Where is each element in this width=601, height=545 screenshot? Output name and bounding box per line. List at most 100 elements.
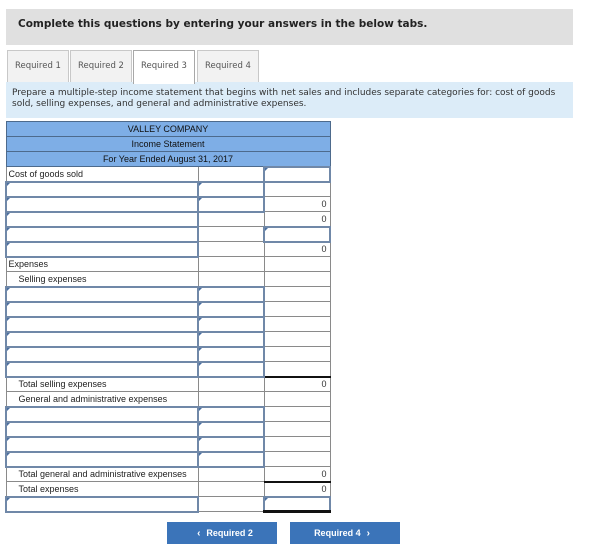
empty-cell — [197, 271, 265, 287]
selling-expenses-label: Selling expenses — [5, 271, 199, 287]
amount-input[interactable] — [197, 345, 265, 363]
total-ga-label: Total general and administrative expense… — [5, 466, 199, 482]
empty-cell — [263, 406, 331, 422]
empty-cell — [263, 181, 331, 197]
account-input[interactable] — [5, 225, 199, 243]
amount-input[interactable] — [197, 180, 265, 198]
question-prompt: Prepare a multiple-step income statement… — [6, 82, 573, 118]
prompt-text: Prepare a multiple-step income statement… — [12, 88, 556, 109]
account-input[interactable] — [5, 450, 199, 468]
company-name: VALLEY COMPANY — [5, 121, 331, 137]
table-row: Total expenses 0 — [5, 480, 331, 497]
empty-cell — [263, 346, 331, 362]
expenses-label: Expenses — [5, 256, 199, 272]
empty-cell — [197, 256, 265, 272]
account-input[interactable] — [5, 435, 199, 453]
account-input[interactable] — [5, 180, 199, 198]
table-row: 0 — [5, 195, 331, 213]
computed-value: 0 — [263, 196, 331, 212]
tab-required-2[interactable]: Required 2 — [70, 50, 132, 83]
amount-input[interactable] — [197, 360, 265, 378]
empty-cell — [197, 241, 265, 257]
table-row: Expenses — [5, 256, 331, 272]
account-input[interactable] — [5, 195, 199, 213]
computed-value: 0 — [263, 240, 331, 257]
empty-cell — [263, 301, 331, 317]
amount-input[interactable] — [263, 495, 331, 513]
empty-cell — [197, 166, 265, 182]
ga-expenses-label: General and administrative expenses — [5, 391, 199, 407]
amount-input[interactable] — [263, 225, 331, 243]
empty-cell — [263, 361, 331, 377]
computed-value: 0 — [263, 211, 331, 227]
table-row: Total general and administrative expense… — [5, 465, 331, 482]
empty-cell — [197, 210, 265, 227]
prev-required-button[interactable]: ‹ Required 2 — [167, 522, 277, 544]
table-row — [5, 180, 331, 198]
table-row — [5, 330, 331, 348]
statement-title: Income Statement — [5, 136, 331, 152]
table-row — [5, 225, 331, 243]
table-row: Selling expenses — [5, 271, 331, 287]
empty-cell — [197, 496, 265, 512]
prev-button-label: Required 2 — [206, 528, 253, 538]
amount-input[interactable] — [197, 300, 265, 318]
table-row — [5, 300, 331, 318]
amount-input[interactable] — [197, 285, 265, 303]
empty-cell — [263, 316, 331, 332]
total-selling-value: 0 — [263, 375, 331, 392]
amount-input[interactable] — [197, 315, 265, 333]
account-input[interactable] — [5, 330, 199, 348]
amount-input[interactable] — [197, 435, 265, 453]
next-required-button[interactable]: Required 4 › — [290, 522, 400, 544]
cogs-label: Cost of goods sold — [5, 166, 199, 182]
tab-required-3[interactable]: Required 3 — [133, 50, 195, 84]
amount-input[interactable] — [197, 450, 265, 468]
total-expenses-label: Total expenses — [5, 481, 199, 497]
amount-input[interactable] — [197, 195, 265, 213]
empty-cell — [197, 226, 265, 242]
empty-cell — [263, 286, 331, 302]
empty-cell — [263, 451, 331, 467]
amount-input[interactable] — [197, 420, 265, 438]
account-input[interactable] — [5, 300, 199, 318]
account-input[interactable] — [5, 285, 199, 303]
table-row — [5, 450, 331, 468]
account-input[interactable] — [5, 210, 199, 228]
empty-cell — [263, 421, 331, 437]
tab-required-1[interactable]: Required 1 — [7, 50, 69, 83]
empty-cell — [197, 465, 265, 482]
total-expenses-value: 0 — [263, 480, 331, 497]
empty-cell — [197, 391, 265, 407]
next-button-label: Required 4 — [314, 528, 361, 538]
table-row: General and administrative expenses — [5, 391, 331, 407]
income-statement-table: VALLEY COMPANY Income Statement For Year… — [5, 121, 331, 513]
account-input[interactable] — [5, 240, 199, 258]
table-row — [5, 495, 331, 513]
account-input[interactable] — [5, 420, 199, 438]
table-row: 0 — [5, 240, 331, 258]
empty-cell — [263, 436, 331, 452]
account-input[interactable] — [5, 405, 199, 423]
account-input[interactable] — [5, 315, 199, 333]
table-row: Cost of goods sold — [5, 165, 331, 183]
table-row — [5, 345, 331, 363]
empty-cell — [263, 256, 331, 272]
amount-input[interactable] — [197, 330, 265, 348]
tab-required-4[interactable]: Required 4 — [197, 50, 259, 83]
empty-cell — [263, 331, 331, 347]
total-selling-label: Total selling expenses — [5, 376, 199, 392]
chevron-right-icon: › — [366, 528, 370, 539]
account-input[interactable] — [5, 345, 199, 363]
table-row — [5, 420, 331, 438]
table-row — [5, 405, 331, 423]
account-input[interactable] — [5, 495, 199, 513]
amount-input[interactable] — [197, 405, 265, 423]
table-row: Total selling expenses 0 — [5, 375, 331, 392]
account-input[interactable] — [5, 360, 199, 378]
total-ga-value: 0 — [263, 466, 331, 482]
empty-cell — [197, 481, 265, 497]
amount-input[interactable] — [263, 165, 331, 183]
instructions-banner: Complete this questions by entering your… — [6, 9, 573, 45]
chevron-left-icon: ‹ — [197, 528, 201, 539]
